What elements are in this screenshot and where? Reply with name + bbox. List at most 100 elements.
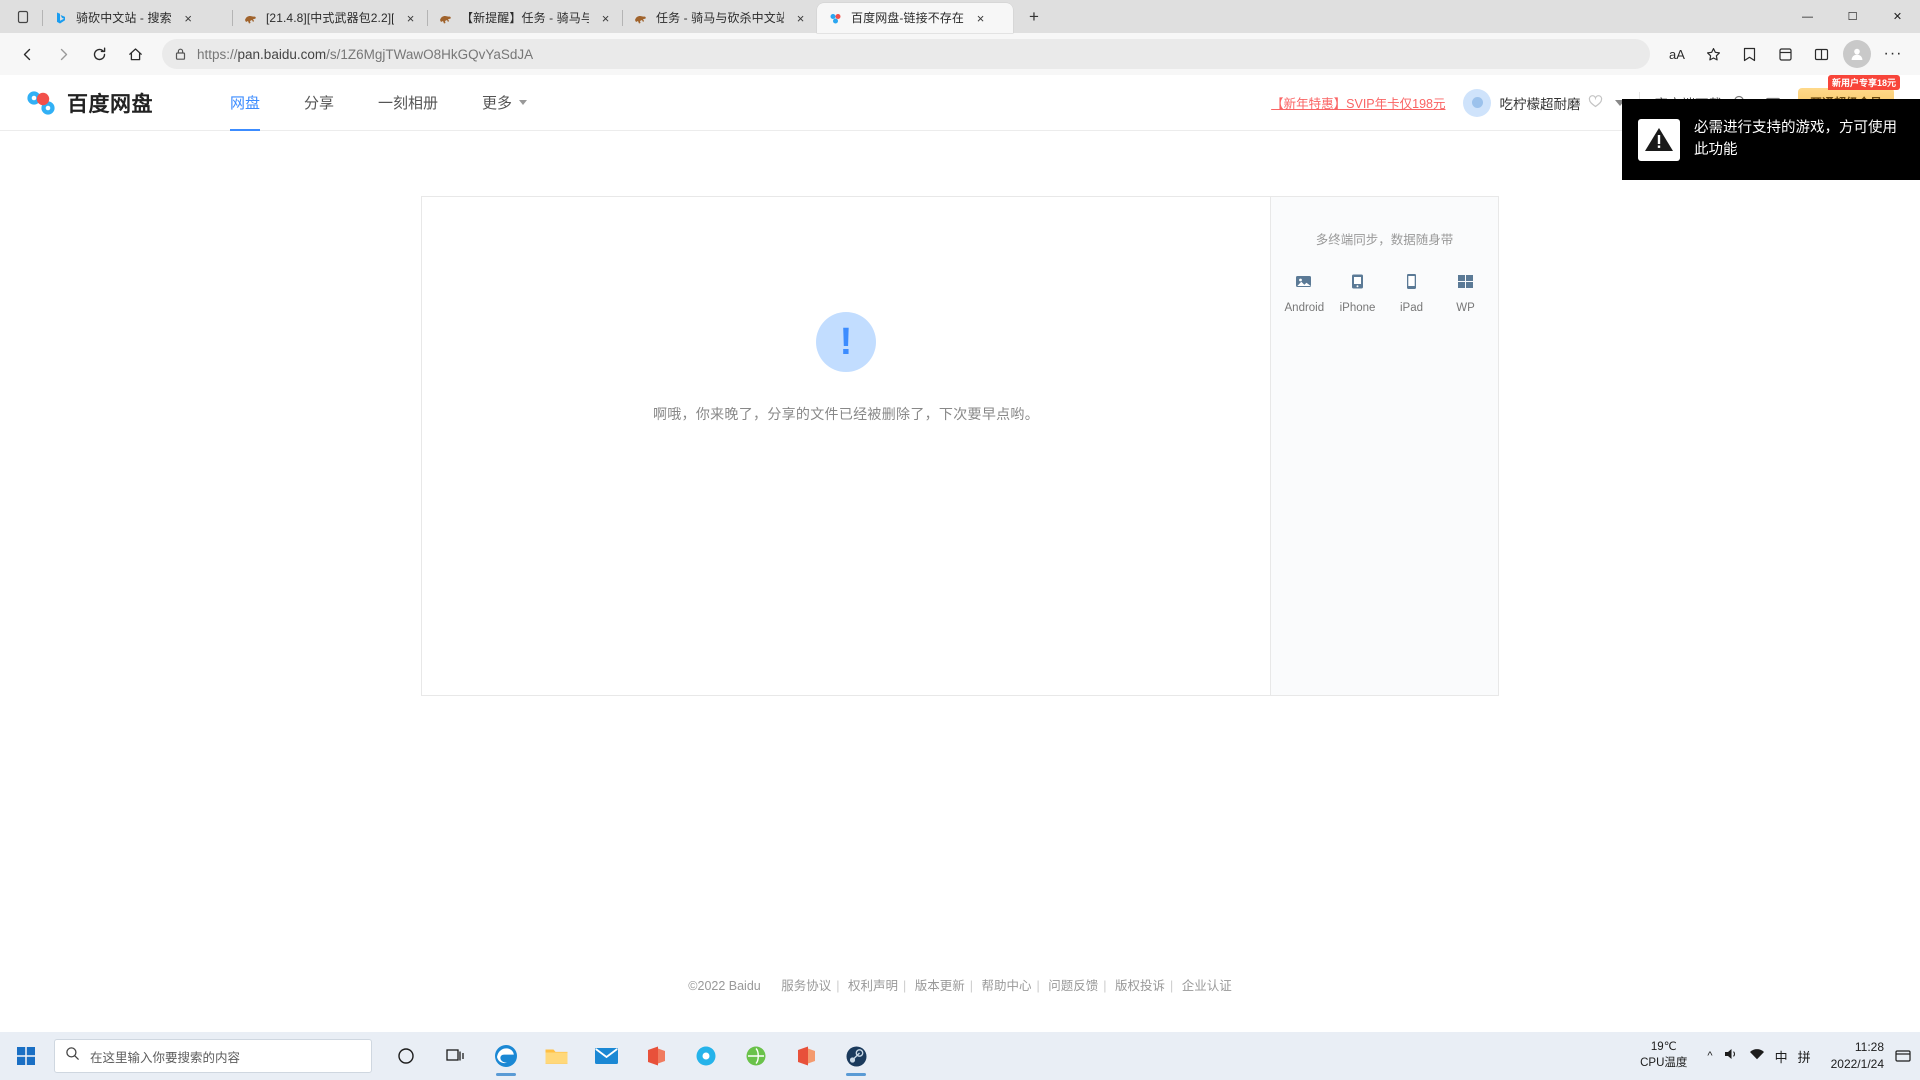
tray-icon-group: ^ 中 拼 — [1697, 1047, 1820, 1066]
profile-button[interactable] — [1840, 37, 1874, 71]
home-button[interactable] — [118, 37, 152, 71]
office-icon[interactable] — [632, 1034, 680, 1078]
mount-blade-icon — [632, 10, 649, 27]
browser-tab[interactable]: 【新提醒】任务 - 骑马与砍杀中文 × — [427, 3, 622, 33]
browser-tab[interactable]: 任务 - 骑马与砍杀中文站论坛 - P × — [622, 3, 817, 33]
url-host: pan.baidu.com — [237, 46, 327, 62]
taskbar-clock[interactable]: 11:28 2022/1/24 — [1821, 1039, 1894, 1073]
file-explorer-icon[interactable] — [532, 1034, 580, 1078]
office-orange-icon[interactable] — [782, 1034, 830, 1078]
game-notification-overlay[interactable]: 必需进行支持的游戏，方可使用此功能 — [1622, 99, 1920, 180]
avatar — [1463, 88, 1492, 117]
footer-link-feedback[interactable]: 问题反馈 — [1048, 979, 1098, 993]
taskbar-search-box[interactable]: 在这里输入你要搜索的内容 — [54, 1039, 372, 1073]
browser-tab[interactable]: 骑砍中文站 - 搜索 × — [42, 3, 232, 33]
footer-link-rights[interactable]: 权利声明 — [848, 979, 898, 993]
share-error-card: ! 啊哦，你来晚了，分享的文件已经被删除了，下次要早点哟。 多终端同步，数据随身… — [421, 196, 1499, 696]
minimize-button[interactable]: — — [1785, 0, 1830, 33]
user-name: 吃柠檬超耐磨 — [1499, 96, 1581, 112]
settings-more-button[interactable]: ··· — [1876, 37, 1910, 71]
address-bar[interactable]: https://pan.baidu.com/s/1Z6MgjTWawO8HkGQ… — [162, 39, 1650, 69]
chevron-down-icon — [519, 100, 528, 105]
error-message: 啊哦，你来晚了，分享的文件已经被删除了，下次要早点哟。 — [652, 406, 1040, 422]
app-item-wp[interactable]: WP — [1447, 270, 1485, 314]
address-bar-url[interactable]: https://pan.baidu.com/s/1Z6MgjTWawO8HkGQ… — [197, 47, 533, 62]
nav-item-more[interactable]: 更多 — [460, 75, 549, 131]
volume-icon[interactable] — [1723, 1047, 1739, 1066]
close-window-button[interactable]: ✕ — [1875, 0, 1920, 33]
app-item-android[interactable]: Android — [1285, 270, 1324, 314]
taskbar-icons — [382, 1034, 880, 1078]
tab-title: [21.4.8][中式武器包2.2][附带盔甲 — [266, 11, 394, 25]
back-button[interactable] — [10, 37, 44, 71]
vip-heart-icon — [1588, 94, 1603, 111]
browser-tab[interactable]: [21.4.8][中式武器包2.2][附带盔甲 × — [232, 3, 427, 33]
ime-mode-indicator[interactable]: 拼 — [1798, 1047, 1811, 1066]
footer-link-copyright-complaint[interactable]: 版权投诉 — [1115, 979, 1165, 993]
task-view-icon[interactable] — [432, 1034, 480, 1078]
user-menu[interactable]: 吃柠檬超耐磨 — [1463, 88, 1626, 117]
copyright: ©2022 Baidu — [688, 979, 761, 993]
baidu-pan-icon — [827, 10, 844, 27]
add-favorite-icon[interactable] — [1696, 37, 1730, 71]
lock-icon — [174, 47, 187, 61]
forward-button[interactable] — [46, 37, 80, 71]
chevron-up-icon[interactable]: ^ — [1707, 1050, 1712, 1062]
tab-close-button[interactable]: × — [400, 8, 421, 29]
footer-link-service[interactable]: 服务协议 — [781, 979, 831, 993]
app-download-sidebar: 多终端同步，数据随身带 Android iPhone iPad WP — [1271, 197, 1498, 695]
split-screen-icon[interactable] — [1804, 37, 1838, 71]
app-item-ipad[interactable]: iPad — [1393, 270, 1431, 314]
nav-item-yike-album[interactable]: 一刻相册 — [356, 75, 460, 131]
nav-item-share[interactable]: 分享 — [282, 75, 356, 131]
footer-link-updates[interactable]: 版本更新 — [915, 979, 965, 993]
tab-close-button[interactable]: × — [178, 8, 199, 29]
windows-start-icon[interactable] — [4, 1034, 48, 1078]
exclamation-icon: ! — [816, 312, 876, 372]
steam-icon[interactable] — [832, 1034, 880, 1078]
tab-actions-icon[interactable] — [4, 0, 42, 33]
notification-center-icon[interactable] — [1894, 1043, 1912, 1069]
app-list: Android iPhone iPad WP — [1271, 270, 1498, 314]
browser-icon[interactable] — [732, 1034, 780, 1078]
cortana-icon[interactable] — [382, 1034, 430, 1078]
maximize-button[interactable]: ☐ — [1830, 0, 1875, 33]
nav-label: 分享 — [304, 95, 335, 112]
network-icon[interactable] — [1749, 1047, 1765, 1066]
mail-icon[interactable] — [582, 1034, 630, 1078]
warning-triangle-icon — [1638, 118, 1680, 161]
favorites-icon[interactable] — [1732, 37, 1766, 71]
collections-icon[interactable] — [1768, 37, 1802, 71]
nav-item-wangpan[interactable]: 网盘 — [208, 75, 282, 131]
tab-close-button[interactable]: × — [595, 8, 616, 29]
nav-label: 更多 — [482, 95, 513, 112]
promo-link[interactable]: 【新年特惠】SVIP年卡仅198元 — [1271, 93, 1445, 112]
app-label: WP — [1456, 302, 1475, 314]
app-label: iPad — [1399, 302, 1424, 314]
site-logo[interactable]: 百度网盘 — [26, 88, 153, 118]
temperature-label: CPU温度 — [1640, 1057, 1688, 1069]
cpu-temperature-widget[interactable]: 19℃ CPU温度 — [1640, 1040, 1687, 1071]
new-tab-button[interactable]: + — [1019, 3, 1049, 31]
app-item-iphone[interactable]: iPhone — [1339, 270, 1377, 314]
tab-close-button[interactable]: × — [790, 8, 811, 29]
footer-link-enterprise[interactable]: 企业认证 — [1182, 979, 1232, 993]
avatar[interactable] — [1843, 40, 1871, 68]
exclamation-mark: ! — [839, 321, 853, 363]
ime-indicator[interactable]: 中 — [1775, 1047, 1788, 1066]
mount-blade-icon — [242, 10, 259, 27]
toolbar-right-actions: aA ··· — [1660, 37, 1910, 71]
media-player-icon[interactable] — [682, 1034, 730, 1078]
edge-icon[interactable] — [482, 1034, 530, 1078]
taskbar-search-placeholder: 在这里输入你要搜索的内容 — [90, 1050, 241, 1065]
app-label: iPhone — [1339, 302, 1376, 314]
tab-close-button[interactable]: × — [970, 8, 991, 29]
search-icon — [65, 1046, 80, 1066]
footer-link-help[interactable]: 帮助中心 — [981, 979, 1031, 993]
page-content: 百度网盘 网盘 分享 一刻相册 更多 【新年特惠】SVIP年卡仅198元 吃柠檬… — [0, 75, 1920, 1032]
temperature-value: 19℃ — [1650, 1041, 1677, 1054]
window-controls: — ☐ ✕ — [1785, 0, 1920, 33]
read-aloud-icon[interactable]: aA — [1660, 37, 1694, 71]
browser-tab-active[interactable]: 百度网盘-链接不存在 × — [817, 3, 1013, 33]
reload-button[interactable] — [82, 37, 116, 71]
